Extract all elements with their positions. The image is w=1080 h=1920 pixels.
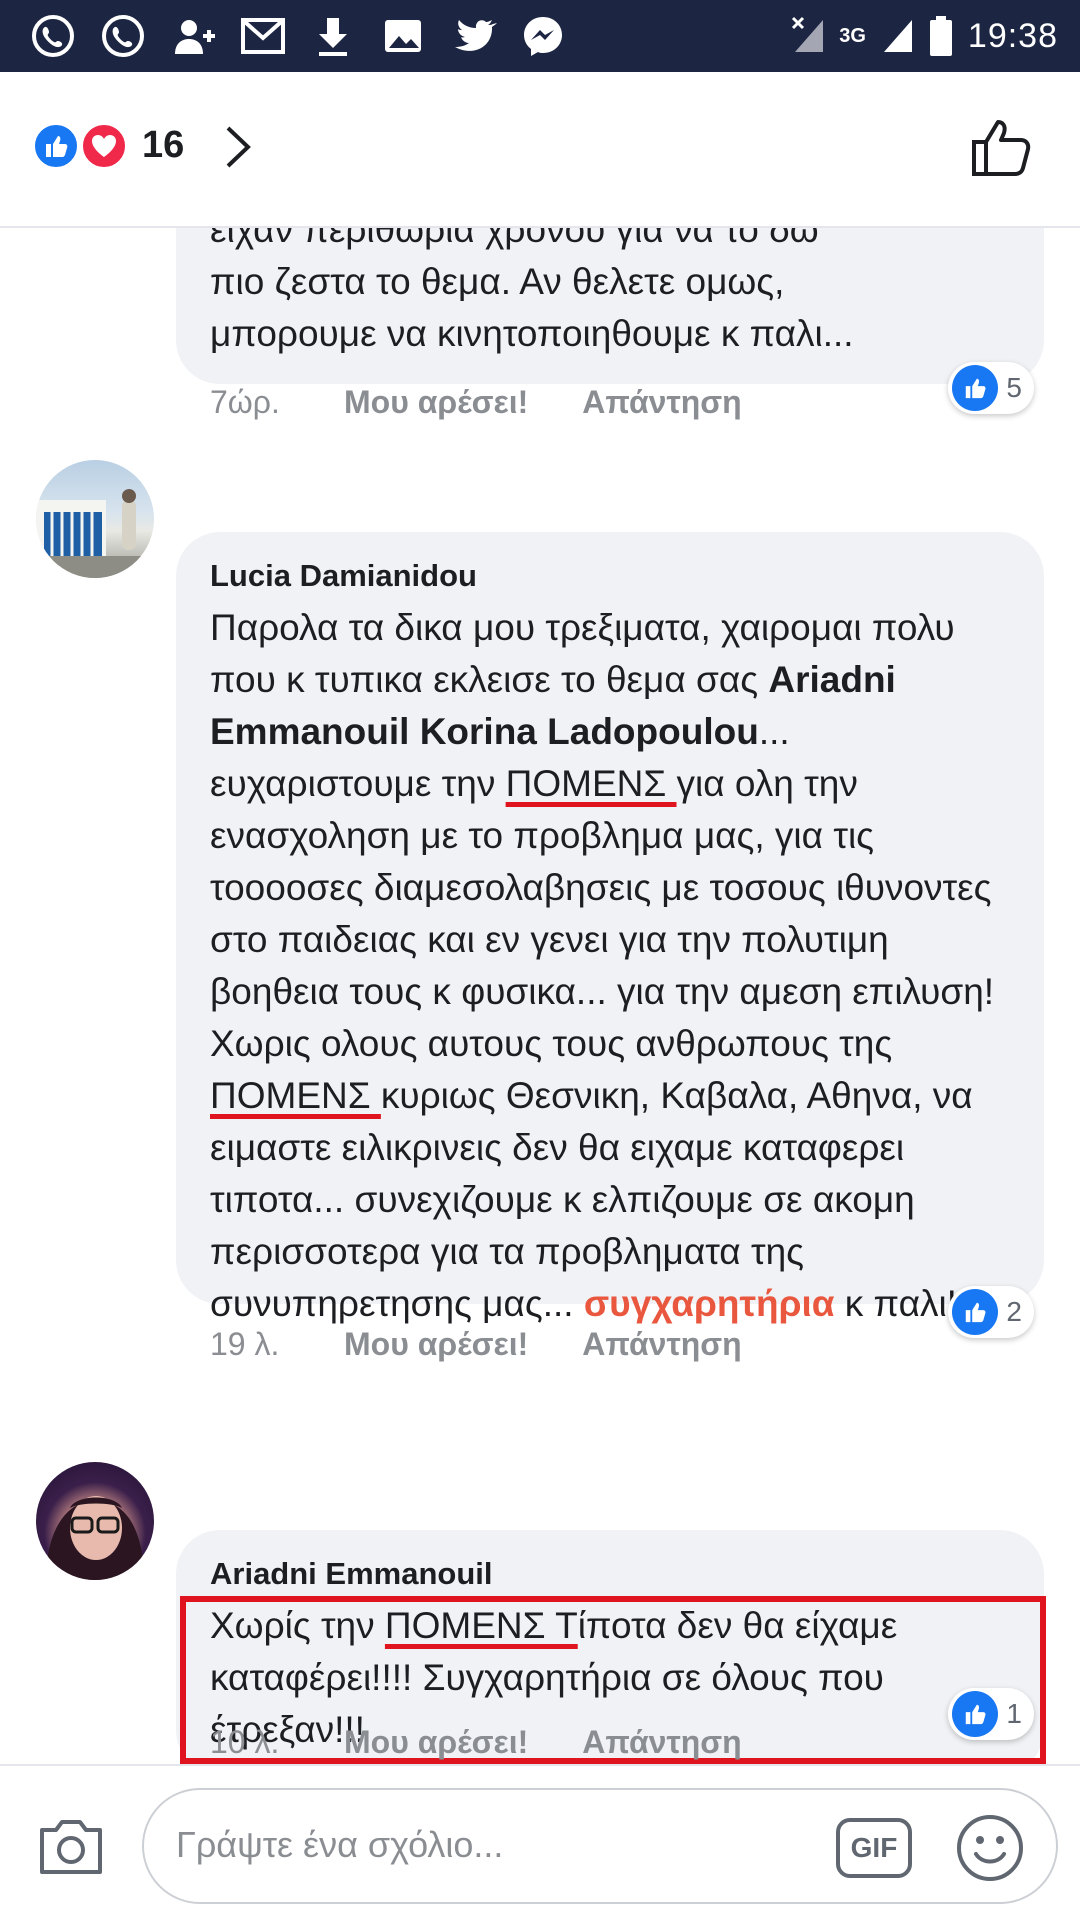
comment-composer: Γράψτε ένα σχόλιο... GIF <box>0 1764 1080 1920</box>
download-icon <box>304 10 362 62</box>
reply-button[interactable]: Απάντηση <box>582 1724 741 1761</box>
comment-line: ειχαν περιθωρια χρονου για να το δω <box>210 228 819 250</box>
highlighted-word: συγχαρητήρια <box>583 1283 835 1324</box>
signal-icon <box>883 20 912 52</box>
viber-icon <box>24 10 82 62</box>
comment-line: μπορουμε να κινητοποιηθουμε κ παλι... <box>210 313 854 354</box>
comment-meta: 19 λ. Μου αρέσει! Απάντηση <box>210 1326 796 1363</box>
like-icon <box>952 365 999 411</box>
messenger-icon <box>514 10 572 62</box>
clock: 19:38 <box>967 16 1058 55</box>
gif-button[interactable]: GIF <box>836 1818 912 1878</box>
comment-time[interactable]: 10 λ. <box>210 1724 344 1761</box>
comment-input-placeholder: Γράψτε ένα σχόλιο... <box>176 1824 504 1865</box>
network-type: 3G <box>839 24 866 47</box>
comment-line: πιο ζεστα το θεμα. Αν θελετε ομως, <box>210 261 785 302</box>
comment-meta: 10 λ. Μου αρέσει! Απάντηση <box>210 1724 796 1761</box>
camera-icon[interactable] <box>36 1816 106 1876</box>
like-thumb-icon[interactable] <box>970 114 1036 180</box>
reply-button[interactable]: Απάντηση <box>582 384 741 421</box>
viber-icon <box>94 10 152 62</box>
reactions-header: 16 <box>0 72 1080 228</box>
avatar-photo <box>46 1496 144 1580</box>
reply-button[interactable]: Απάντηση <box>582 1326 741 1363</box>
comment-text-part: κ παλι! <box>834 1283 957 1324</box>
comment-bubble[interactable]: Lucia Damianidou Παρολα τα δικα μου τρεξ… <box>176 532 1044 1324</box>
comment-input[interactable]: Γράψτε ένα σχόλιο... GIF <box>142 1788 1058 1904</box>
emoji-icon[interactable] <box>954 1812 1026 1884</box>
comment-text-part: για ολη την ενασχοληση με το προβλημα μα… <box>210 763 995 1064</box>
comment-like-count[interactable]: 5 <box>948 362 1034 414</box>
image-icon <box>374 10 432 62</box>
comment-list: ειχαν περιθωρια χρονου για να το δω πιο … <box>0 228 1080 1764</box>
love-reaction-icon[interactable] <box>80 122 128 170</box>
comment-like-count[interactable]: 2 <box>948 1286 1034 1338</box>
gmail-icon <box>234 10 292 62</box>
comment-author[interactable]: Ariadni Emmanouil <box>210 1556 1010 1592</box>
notification-icons <box>24 10 572 62</box>
reaction-count[interactable]: 16 <box>142 124 184 167</box>
add-contact-icon <box>164 10 222 62</box>
avatar[interactable] <box>36 460 154 578</box>
comment-like-count[interactable]: 1 <box>948 1688 1034 1740</box>
like-reaction-icon[interactable] <box>32 122 80 170</box>
chevron-right-icon[interactable] <box>218 122 258 172</box>
like-count: 2 <box>1006 1296 1022 1327</box>
like-icon <box>952 1691 999 1737</box>
twitter-icon <box>444 10 502 62</box>
comment-author[interactable]: Lucia Damianidou <box>210 558 1010 594</box>
underlined-text: ΠΟΜΕΝΣ <box>210 1075 381 1116</box>
like-comment-button[interactable]: Μου αρέσει! <box>344 1724 528 1761</box>
avatar-photo <box>36 489 154 578</box>
comment-text: Παρολα τα δικα μου τρεξιματα, χαιρομαι π… <box>210 602 1010 1330</box>
like-comment-button[interactable]: Μου αρέσει! <box>344 384 528 421</box>
battery-icon <box>929 16 952 56</box>
status-bar: 3G 19:38 <box>0 0 1080 72</box>
comments-sheet: 16 ειχαν περιθωρια χρονου για να το δω π… <box>0 72 1080 1920</box>
like-count: 5 <box>1006 372 1022 403</box>
like-icon <box>952 1289 999 1335</box>
comment-time[interactable]: 7ώρ. <box>210 384 344 421</box>
comment-time[interactable]: 19 λ. <box>210 1326 344 1363</box>
avatar[interactable] <box>36 1462 154 1580</box>
status-right: 3G 19:38 <box>791 10 1058 62</box>
underlined-text: ΠΟΜΕΝΣ <box>505 763 677 804</box>
like-count: 1 <box>1006 1698 1022 1729</box>
comment-text: ειχαν περιθωρια χρονου για να το δω πιο … <box>210 228 1010 360</box>
like-comment-button[interactable]: Μου αρέσει! <box>344 1326 528 1363</box>
comment-meta: 7ώρ. Μου αρέσει! Απάντηση <box>210 384 796 421</box>
wifi-off-icon <box>792 16 824 52</box>
comment-bubble[interactable]: ειχαν περιθωρια χρονου για να το δω πιο … <box>176 228 1044 384</box>
